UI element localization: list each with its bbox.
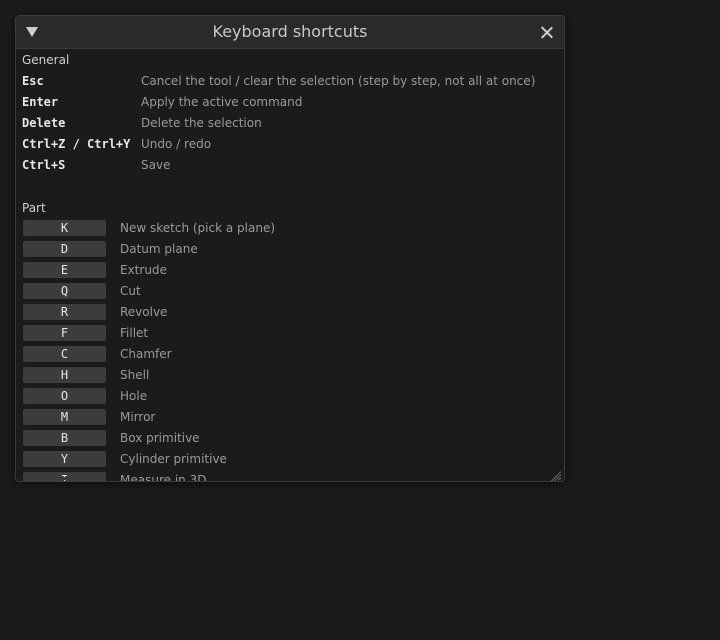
shortcut-row: C Chamfer [22,346,558,364]
shortcut-description: Hole [120,389,148,403]
shortcut-key-chip-partial [23,477,106,480]
close-icon[interactable] [541,26,553,38]
shortcut-row: F Fillet [22,325,558,343]
shortcut-description: Chamfer [120,347,172,361]
collapse-triangle-icon[interactable] [26,27,38,37]
shortcut-row: Y Cylinder primitive [22,451,558,469]
section-heading-general: General [22,53,70,67]
keyboard-shortcuts-window: Keyboard shortcuts General Esc Cancel th… [15,15,565,482]
shortcut-row: Enter Apply the active command [22,92,558,112]
resize-grip-icon[interactable] [550,468,562,481]
shortcut-key-chip: F [23,325,106,341]
shortcut-description: Mirror [120,410,156,424]
shortcut-row: B Box primitive [22,430,558,448]
shortcut-key-chip: E [23,262,106,278]
shortcut-key: Enter [22,95,59,109]
shortcut-row: K New sketch (pick a plane) [22,220,558,238]
shortcut-description: Undo / redo [141,137,212,151]
shortcut-description: Apply the active command [141,95,303,109]
shortcut-key-chip: H [23,367,106,383]
shortcut-key-chip: C [23,346,106,362]
shortcut-row: Delete Delete the selection [22,113,558,133]
shortcut-description: Save [141,158,171,172]
shortcut-description: Delete the selection [141,116,262,130]
shortcut-row: R Revolve [22,304,558,322]
shortcut-row: M Mirror [22,409,558,427]
shortcut-row: Q Cut [22,283,558,301]
shortcut-row: Esc Cancel the tool / clear the selectio… [22,71,558,91]
shortcut-description: Cut [120,284,141,298]
shortcut-key: Ctrl+Z / Ctrl+Y [22,137,131,151]
shortcut-key-chip: M [23,409,106,425]
shortcut-key: Delete [22,116,66,130]
shortcut-description: Box primitive [120,431,200,445]
shortcut-description: Revolve [120,305,168,319]
window-titlebar[interactable]: Keyboard shortcuts [16,16,564,49]
shortcut-description: Shell [120,368,150,382]
shortcut-key-chip: B [23,430,106,446]
shortcut-key-chip: Y [23,451,106,467]
shortcut-row: H Shell [22,367,558,385]
section-heading-part: Part [22,201,46,215]
shortcut-description: Datum plane [120,242,198,256]
shortcut-key: Ctrl+S [22,158,66,172]
shortcut-key-chip: O [23,388,106,404]
window-title: Keyboard shortcuts [212,22,368,41]
shortcut-key-chip: Q [23,283,106,299]
shortcut-description: Measure in 3D [120,473,207,482]
shortcut-description: Cancel the tool / clear the selection (s… [141,74,536,88]
shortcut-row: Ctrl+S Save [22,155,558,175]
shortcut-description: New sketch (pick a plane) [120,221,276,235]
shortcut-key-chip: R [23,304,106,320]
shortcut-description: Cylinder primitive [120,452,227,466]
shortcut-row: Ctrl+Z / Ctrl+Y Undo / redo [22,134,558,154]
shortcut-row: O Hole [22,388,558,406]
shortcut-row: D Datum plane [22,241,558,259]
shortcuts-content[interactable]: General Esc Cancel the tool / clear the … [22,52,558,482]
shortcut-key-chip: K [23,220,106,236]
shortcut-description: Fillet [120,326,149,340]
shortcut-key-chip: D [23,241,106,257]
shortcut-description: Extrude [120,263,167,277]
shortcut-row: E Extrude [22,262,558,280]
shortcut-key: Esc [22,74,44,88]
